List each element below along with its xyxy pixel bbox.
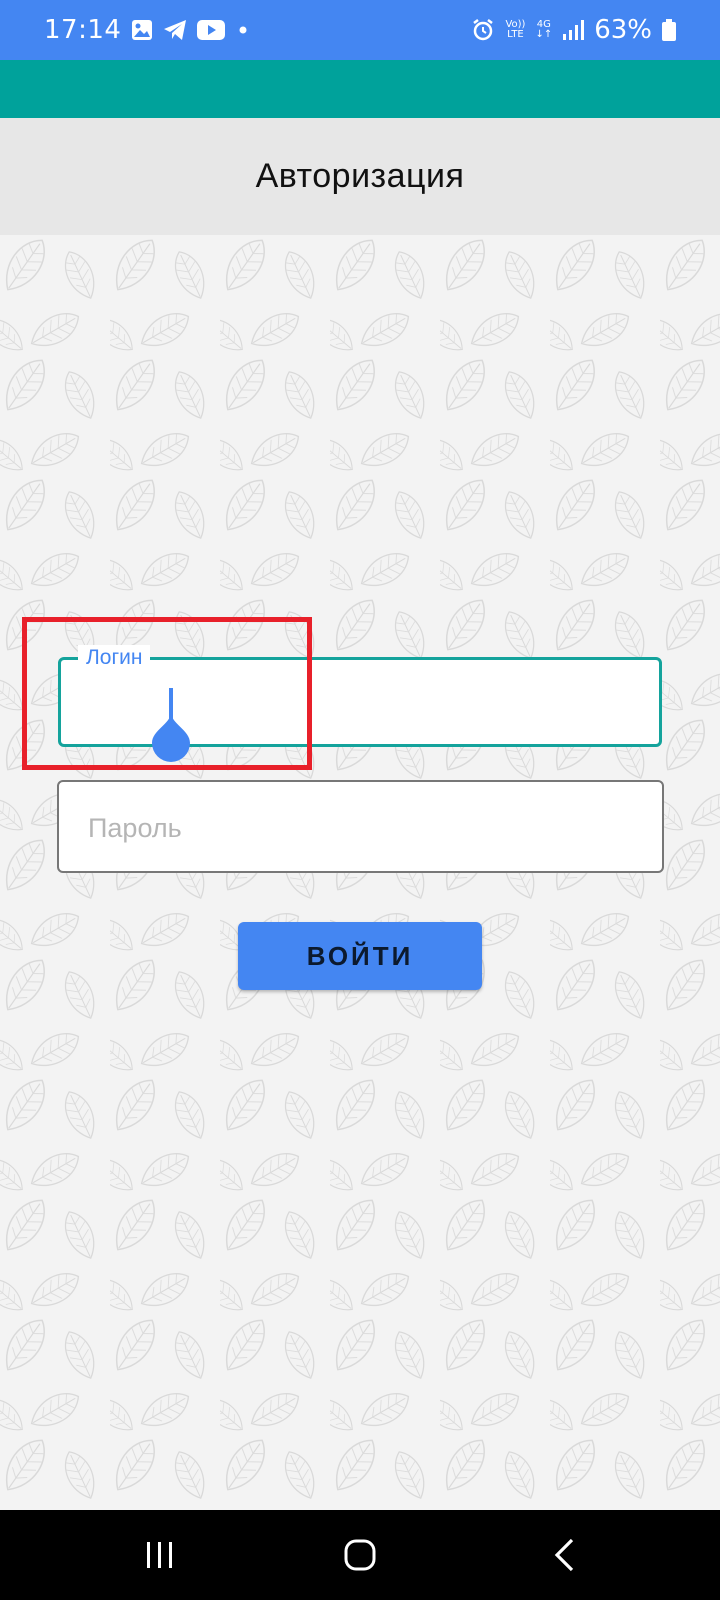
status-right: Vo)) LTE 4G ↓↑ 63% <box>471 15 676 45</box>
page-title: Авторизация <box>255 157 465 195</box>
home-icon <box>344 1539 376 1571</box>
back-button[interactable] <box>535 1530 595 1580</box>
recents-icon <box>147 1542 172 1568</box>
battery-icon <box>662 19 676 41</box>
navigation-bar <box>0 1510 720 1600</box>
volte-icon: Vo)) LTE <box>505 20 525 40</box>
home-button[interactable] <box>330 1530 390 1580</box>
data-4g-icon: 4G ↓↑ <box>535 19 553 40</box>
status-time: 17:14 <box>44 15 122 45</box>
image-icon <box>131 19 153 41</box>
volte-bottom: LTE <box>507 29 524 40</box>
dot-icon <box>235 22 251 38</box>
signal-icon <box>562 20 585 40</box>
login-button[interactable]: ВОЙТИ <box>238 922 482 990</box>
network-type: 4G <box>536 19 551 30</box>
status-bar: 17:14 Vo)) LTE 4G ↓↑ 63% <box>0 0 720 60</box>
battery-percent: 63% <box>594 15 652 45</box>
back-icon <box>554 1538 574 1572</box>
youtube-icon <box>197 20 226 40</box>
alarm-icon <box>471 18 495 42</box>
app-bar <box>0 60 720 118</box>
recents-button[interactable] <box>130 1530 190 1580</box>
title-header: Авторизация <box>0 118 720 235</box>
status-left: 17:14 <box>44 15 251 45</box>
highlight-annotation <box>22 617 312 770</box>
password-input[interactable] <box>86 800 650 856</box>
telegram-icon <box>163 19 187 41</box>
